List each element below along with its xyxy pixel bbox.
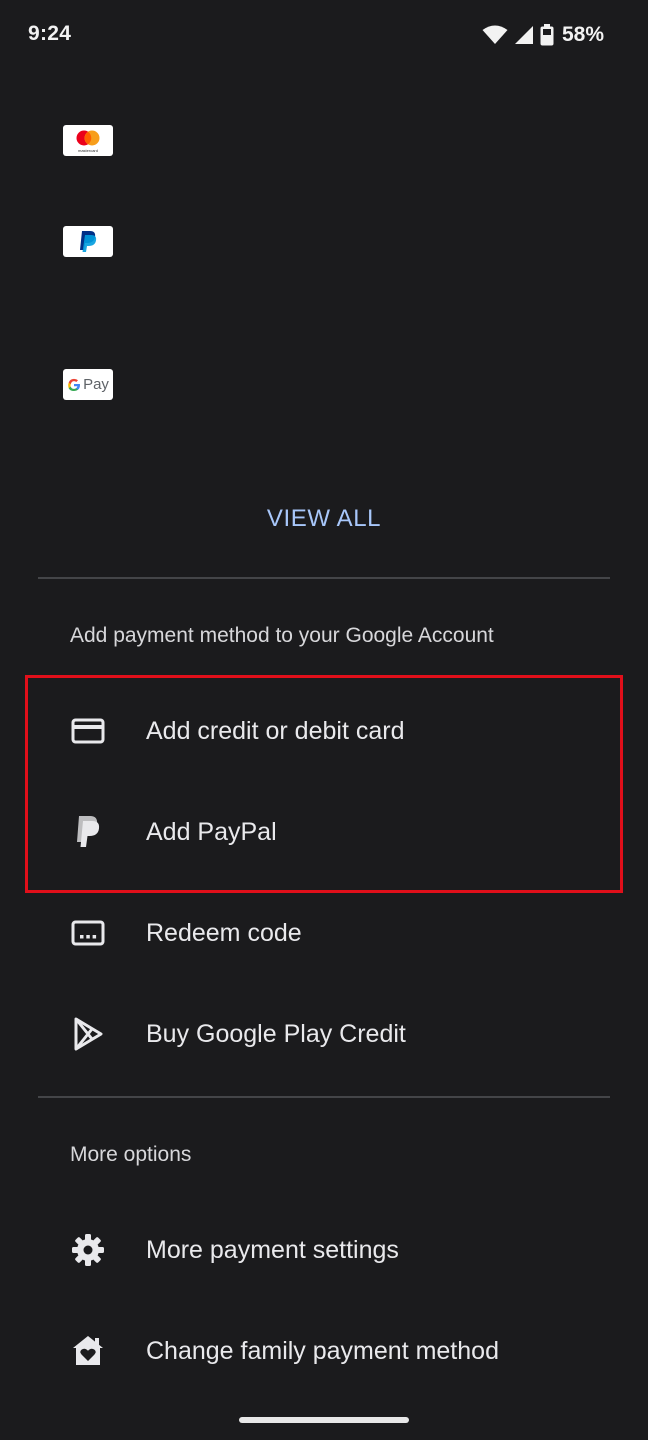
cell-signal-icon [514, 25, 534, 45]
add-credit-card-item[interactable]: Add credit or debit card [0, 686, 648, 776]
google-g-icon [68, 378, 81, 391]
credit-card-icon [70, 713, 106, 749]
change-family-payment-item[interactable]: Change family payment method [0, 1306, 648, 1396]
more-payment-settings-label: More payment settings [146, 1235, 399, 1264]
play-icon [70, 1016, 106, 1052]
add-paypal-item[interactable]: Add PayPal [0, 787, 648, 877]
change-family-payment-label: Change family payment method [146, 1336, 499, 1365]
divider [38, 577, 610, 579]
redeem-code-item[interactable]: Redeem code [0, 888, 648, 978]
gesture-nav-handle[interactable] [239, 1417, 409, 1423]
mastercard-caption: mastercard [78, 148, 98, 153]
more-options-header: More options [70, 1143, 192, 1166]
gear-icon [70, 1232, 106, 1268]
add-payment-section-header: Add payment method to your Google Accoun… [70, 624, 494, 647]
status-icons: 58% [482, 21, 604, 49]
more-payment-settings-item[interactable]: More payment settings [0, 1205, 648, 1295]
paypal-logo [63, 226, 113, 257]
family-home-icon [70, 1333, 106, 1369]
gpay-logo: Pay [63, 369, 113, 400]
redeem-code-label: Redeem code [146, 918, 302, 947]
battery-icon [540, 24, 554, 46]
gpay-text: Pay [83, 376, 109, 393]
redeem-code-icon [70, 915, 106, 951]
add-credit-card-label: Add credit or debit card [146, 716, 405, 745]
mastercard-logo: mastercard [63, 125, 113, 156]
battery-percentage: 58% [561, 23, 604, 46]
view-all-button[interactable]: VIEW ALL [0, 505, 648, 533]
buy-play-credit-item[interactable]: Buy Google Play Credit [0, 989, 648, 1079]
payment-methods-screen: 9:24 58% mastercard Pay VIEW ALL Add pay… [0, 0, 648, 1440]
buy-play-credit-label: Buy Google Play Credit [146, 1019, 406, 1048]
wifi-icon [482, 25, 508, 45]
status-time: 9:24 [28, 22, 72, 45]
add-paypal-label: Add PayPal [146, 817, 277, 846]
paypal-icon [70, 814, 106, 850]
divider [38, 1096, 610, 1098]
